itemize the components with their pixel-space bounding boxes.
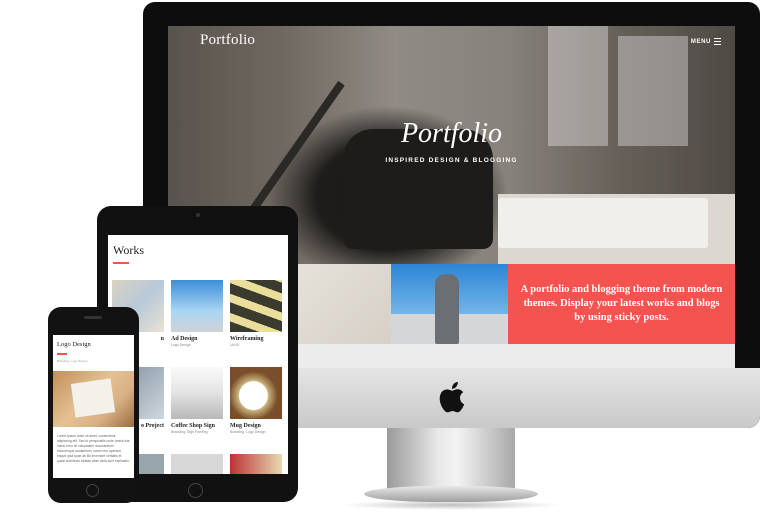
featured-thumb-tower[interactable]	[391, 264, 508, 344]
works-heading: Works	[113, 243, 145, 257]
work-card-image	[230, 280, 282, 332]
imac-stand-foot	[364, 486, 538, 502]
phone-image-paper	[70, 378, 116, 418]
imac-stand-neck	[387, 428, 515, 490]
work-card-image-partial	[230, 454, 282, 474]
work-card[interactable]: Coffee Shop Sign Branding, Sign Painting	[171, 367, 223, 434]
iphone-screen: Logo Design Branding, Logo Design Lorem …	[53, 335, 134, 478]
apple-logo-icon	[439, 381, 465, 413]
work-card-title: Wireframing	[230, 336, 264, 342]
work-card-image	[230, 367, 282, 419]
phone-post-subtitle: Branding, Logo Design	[57, 359, 88, 363]
work-card[interactable]: Ad Design Logo Design	[171, 280, 223, 347]
iphone-speaker	[84, 316, 102, 319]
work-card-title: Ad Design	[171, 336, 198, 342]
hero-title: Portfolio	[400, 118, 503, 149]
phone-post-image	[53, 371, 134, 427]
work-card-image-partial	[171, 454, 223, 474]
work-card-title: Coffee Shop Sign	[171, 423, 216, 429]
work-card-image	[171, 280, 223, 332]
thumb-tower	[435, 274, 459, 344]
hero-computer	[498, 198, 708, 248]
ipad-home-button	[188, 483, 203, 498]
phone-title-underline	[57, 353, 67, 355]
work-card-subtitle: UI/UX	[230, 343, 240, 347]
phone-post-title: Logo Design	[57, 341, 91, 348]
work-card-subtitle: Branding, Sign Painting	[171, 430, 208, 434]
hamburger-icon	[714, 38, 721, 45]
work-card-image	[171, 367, 223, 419]
iphone-home-button	[86, 484, 99, 497]
phone-post-body: Lorem ipsum dolor sit amet, consectetur …	[57, 434, 130, 463]
promo-box: A portfolio and blogging theme from mode…	[508, 264, 735, 344]
work-card[interactable]: Mug Design Branding, Logo Design	[230, 367, 282, 434]
hero-subtitle: INSPIRED DESIGN & BLOGGING	[385, 157, 518, 164]
works-underline	[113, 262, 129, 264]
ipad-camera	[196, 213, 200, 217]
work-card[interactable]: Wireframing UI/UX	[230, 280, 282, 347]
work-card-subtitle: Logo Design	[171, 343, 191, 347]
work-card-subtitle: Branding, Logo Design	[230, 430, 266, 434]
menu-button[interactable]: MENU	[691, 38, 721, 45]
work-card-title: Mug Design	[230, 423, 261, 429]
menu-label: MENU	[690, 38, 711, 45]
promo-text: A portfolio and blogging theme from mode…	[520, 283, 723, 324]
site-brand-logo[interactable]: Portfolio	[200, 32, 255, 49]
